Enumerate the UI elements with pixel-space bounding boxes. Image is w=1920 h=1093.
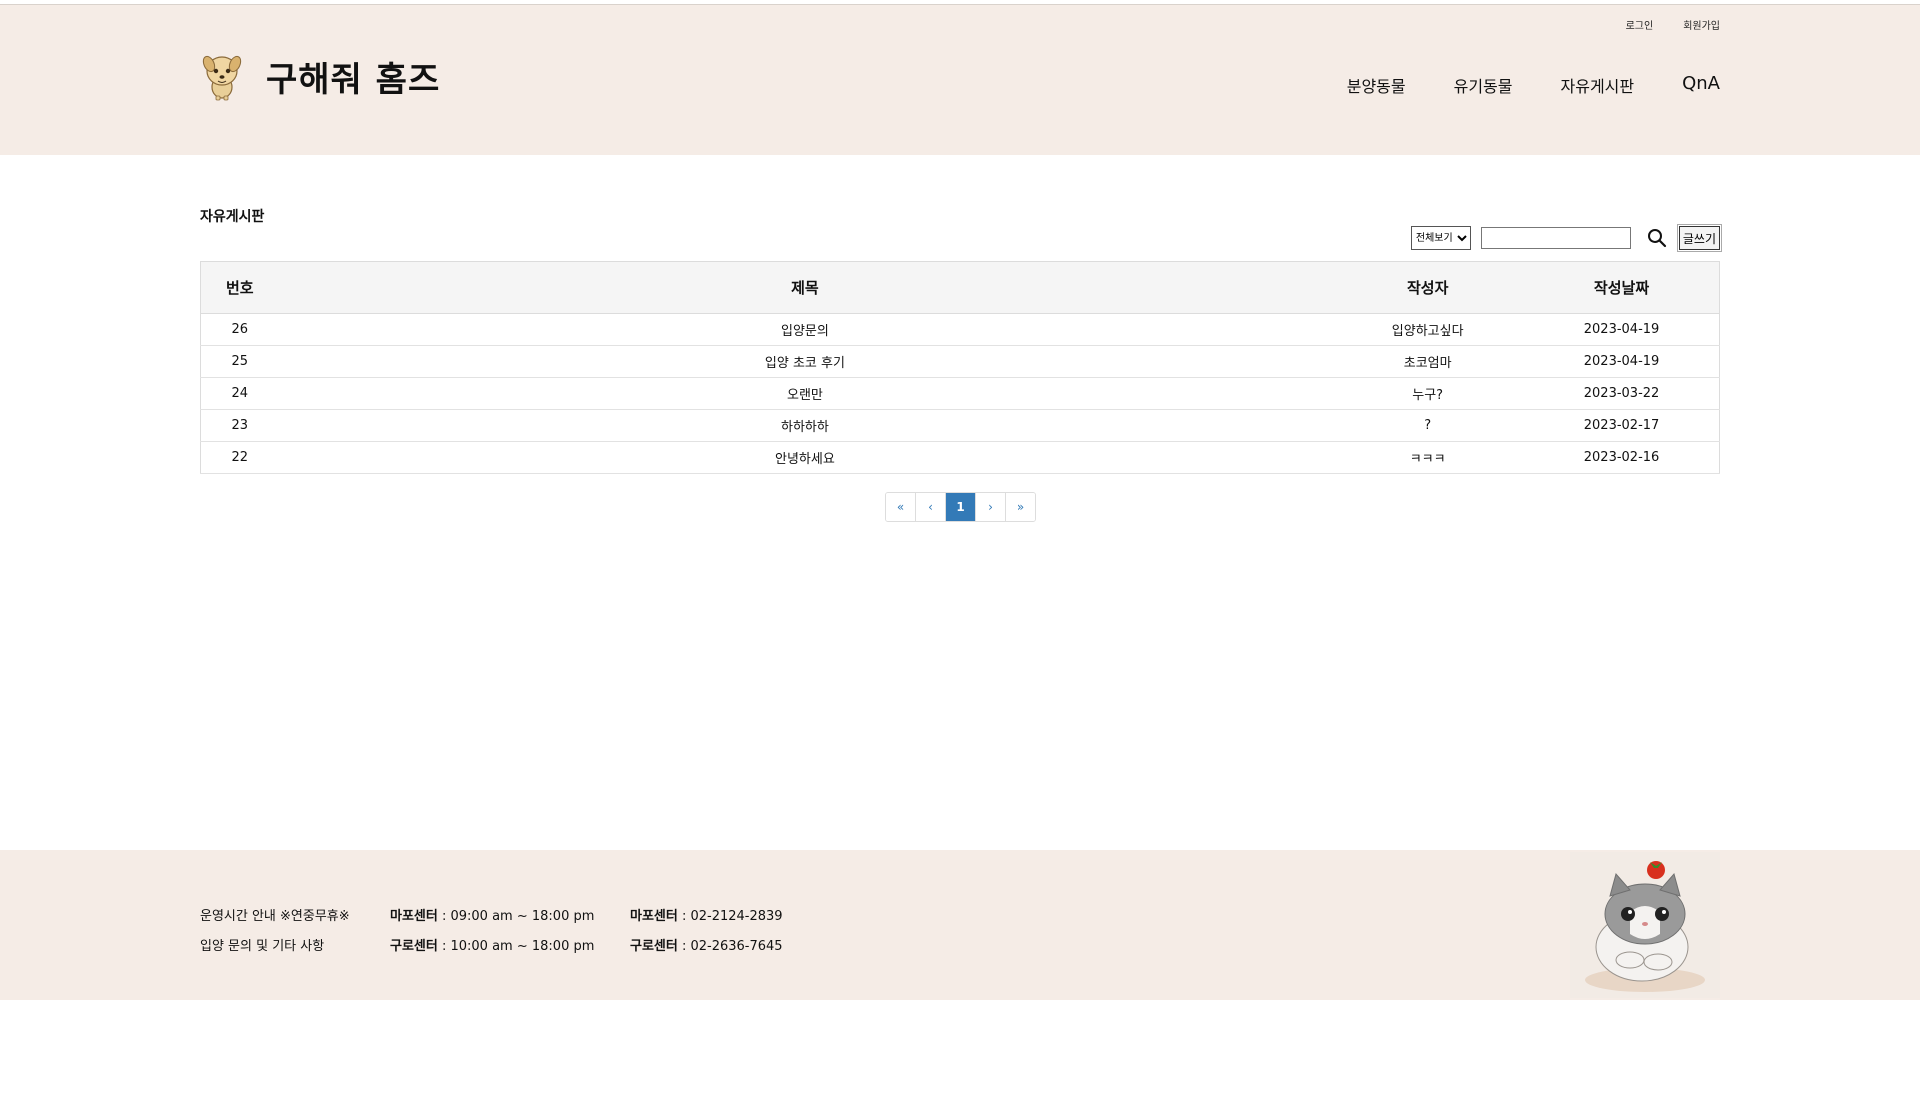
- post-title-link[interactable]: 하하하하: [278, 409, 1332, 442]
- search-icon: [1647, 229, 1666, 248]
- column-header-title: 제목: [278, 261, 1332, 314]
- mapo-hours-text: : 09:00 am ~ 18:00 pm: [437, 909, 595, 924]
- post-no: 24: [200, 377, 279, 410]
- first-page-button[interactable]: «: [886, 493, 916, 521]
- mapo-hours: 마포센터 : 09:00 am ~ 18:00 pm: [390, 902, 594, 932]
- footer-hours: 마포센터 : 09:00 am ~ 18:00 pm 구로센터 : 10:00 …: [390, 902, 594, 962]
- post-no: 22: [200, 441, 279, 474]
- search-button[interactable]: [1645, 226, 1669, 250]
- post-writer: ㅋㅋㅋ: [1331, 441, 1525, 474]
- nav-adoption-animals[interactable]: 분양동물: [1347, 73, 1406, 97]
- footer-phones: 마포센터 : 02-2124-2839 구로센터 : 02-2636-7645: [630, 902, 783, 962]
- post-writer: ?: [1331, 409, 1525, 442]
- board-toolbar: 전체보기 글쓰기: [1410, 224, 1723, 252]
- table-row: 22 안녕하세요 ㅋㅋㅋ 2023-02-16: [200, 441, 1720, 474]
- nav-abandoned-animals[interactable]: 유기동물: [1454, 73, 1513, 97]
- post-date: 2023-02-16: [1524, 441, 1720, 474]
- column-header-no: 번호: [200, 261, 279, 314]
- last-page-button[interactable]: »: [1006, 493, 1035, 521]
- post-writer: 누구?: [1331, 377, 1525, 410]
- guro-hours: 구로센터 : 10:00 am ~ 18:00 pm: [390, 932, 594, 962]
- top-links: 로그인 회원가입: [1626, 17, 1720, 32]
- table-row: 25 입양 초코 후기 초코엄마 2023-04-19: [200, 345, 1720, 378]
- signup-link[interactable]: 회원가입: [1683, 17, 1720, 32]
- post-title-link[interactable]: 입양 초코 후기: [278, 345, 1332, 378]
- post-date: 2023-04-19: [1524, 345, 1720, 378]
- page-title: 자유게시판: [200, 209, 265, 225]
- cat-image-icon: [1585, 861, 1705, 992]
- guro-center-name: 구로센터: [630, 939, 678, 954]
- post-date: 2023-03-22: [1524, 377, 1720, 410]
- post-writer: 초코엄마: [1331, 345, 1525, 378]
- post-no: 26: [200, 313, 279, 346]
- mapo-phone-text: : 02-2124-2839: [677, 909, 783, 924]
- post-title-link[interactable]: 안녕하세요: [278, 441, 1332, 474]
- post-date: 2023-04-19: [1524, 313, 1720, 346]
- filter-select[interactable]: 전체보기: [1410, 226, 1471, 250]
- mapo-center-name: 마포센터: [390, 909, 438, 924]
- column-header-date: 작성날짜: [1524, 261, 1720, 314]
- post-date: 2023-02-17: [1524, 409, 1720, 442]
- main-nav: 분양동물 유기동물 자유게시판 QnA: [1347, 73, 1720, 97]
- nav-qna[interactable]: QnA: [1682, 73, 1720, 97]
- column-header-writer: 작성자: [1331, 261, 1525, 314]
- table-row: 26 입양문의 입양하고싶다 2023-04-19: [200, 313, 1720, 346]
- table-row: 24 오랜만 누구? 2023-03-22: [200, 377, 1720, 410]
- site-logo[interactable]: 구해줘 홈즈: [200, 51, 440, 101]
- board-table: 번호 제목 작성자 작성날짜 26 입양문의 입양하고싶다 2023-04-19…: [200, 261, 1720, 474]
- next-page-button[interactable]: ›: [976, 493, 1006, 521]
- operating-hours-label: 운영시간 안내 ※연중무휴※: [200, 909, 350, 924]
- dog-mascot-icon: [202, 55, 242, 101]
- post-no: 25: [200, 345, 279, 378]
- guro-phone: 구로센터 : 02-2636-7645: [630, 932, 783, 962]
- site-footer: 운영시간 안내 ※연중무휴※ 입양 문의 및 기타 사항 마포센터 : 09:0…: [0, 850, 1920, 1000]
- inquiry-label: 입양 문의 및 기타 사항: [200, 939, 325, 954]
- site-header: 로그인 회원가입 구해줘 홈즈 분양동물 유기동물 자유게시판 QnA: [0, 4, 1920, 155]
- post-writer: 입양하고싶다: [1331, 313, 1525, 346]
- table-header-row: 번호 제목 작성자 작성날짜: [200, 261, 1720, 314]
- write-button[interactable]: 글쓰기: [1676, 224, 1723, 252]
- cat-illustration: [1570, 852, 1720, 998]
- guro-phone-text: : 02-2636-7645: [677, 939, 783, 954]
- guro-hours-text: : 10:00 am ~ 18:00 pm: [437, 939, 595, 954]
- prev-page-button[interactable]: ‹: [916, 493, 946, 521]
- post-title-link[interactable]: 입양문의: [278, 313, 1332, 346]
- page-number-current[interactable]: 1: [946, 493, 976, 521]
- nav-free-board[interactable]: 자유게시판: [1561, 73, 1635, 97]
- site-title: 구해줘 홈즈: [266, 59, 441, 100]
- search-input[interactable]: [1480, 227, 1631, 249]
- post-no: 23: [200, 409, 279, 442]
- mapo-center-name: 마포센터: [630, 909, 678, 924]
- guro-center-name: 구로센터: [390, 939, 438, 954]
- pagination: « ‹ 1 › »: [885, 492, 1036, 522]
- post-title-link[interactable]: 오랜만: [278, 377, 1332, 410]
- footer-labels: 운영시간 안내 ※연중무휴※ 입양 문의 및 기타 사항: [200, 902, 350, 962]
- login-link[interactable]: 로그인: [1626, 17, 1654, 32]
- mapo-phone: 마포센터 : 02-2124-2839: [630, 902, 783, 932]
- table-row: 23 하하하하 ? 2023-02-17: [200, 409, 1720, 442]
